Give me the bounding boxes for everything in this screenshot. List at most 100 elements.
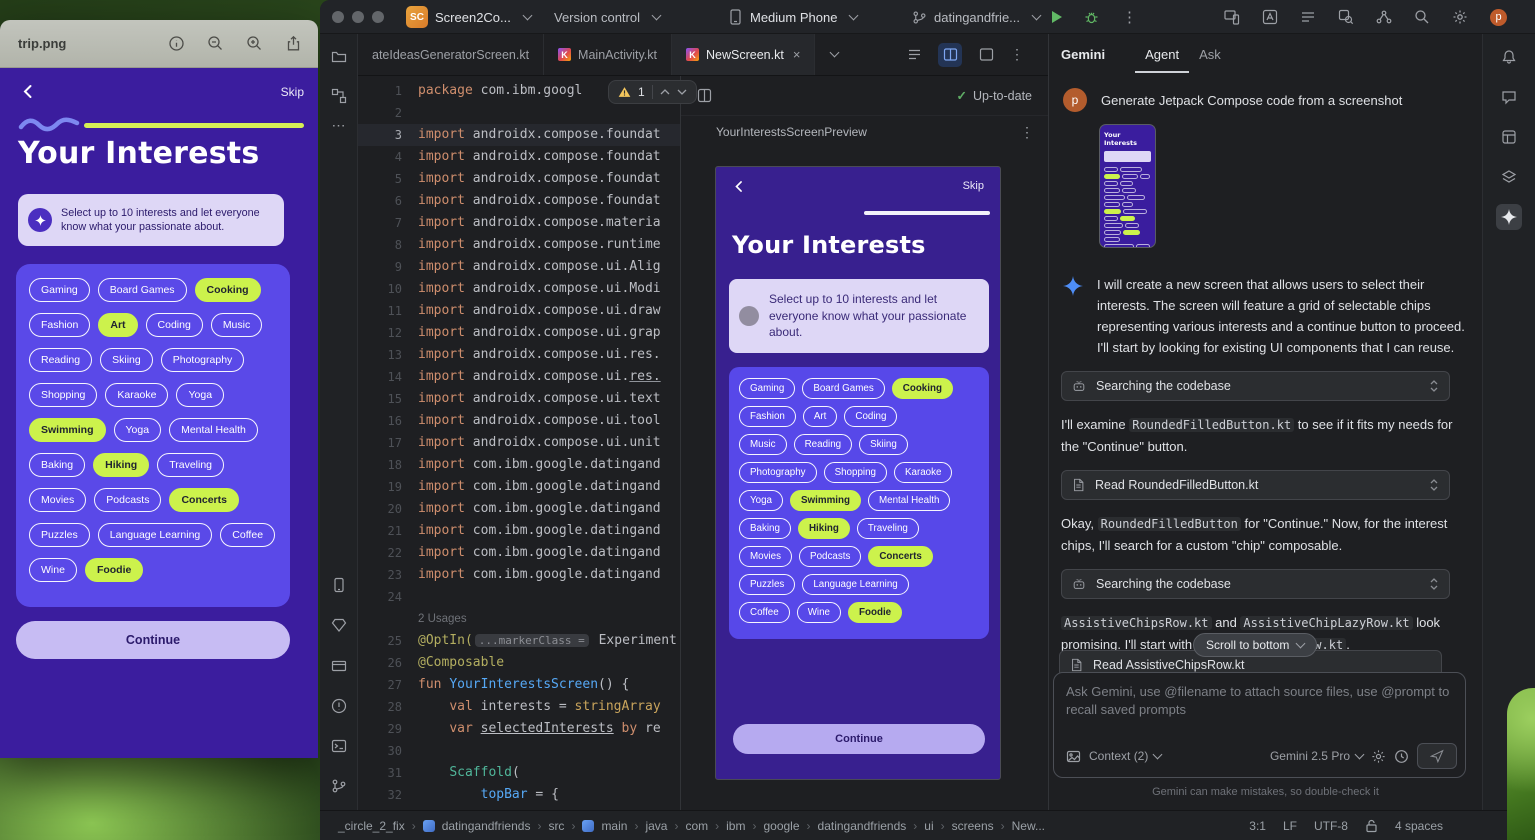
interest-chip[interactable]: Swimming (29, 418, 106, 442)
continue-button[interactable]: Continue (16, 621, 290, 659)
code-line[interactable]: 27fun YourInterestsScreen() { (358, 674, 680, 696)
interest-chip[interactable]: Swimming (790, 490, 861, 511)
interest-chip[interactable]: Puzzles (739, 574, 795, 595)
interest-chip[interactable]: Shopping (29, 383, 97, 407)
build-tool-icon[interactable] (327, 654, 351, 678)
file-encoding[interactable]: UTF-8 (1314, 819, 1348, 833)
code-line[interactable]: 12import androidx.compose.ui.grap (358, 322, 680, 344)
interest-chip[interactable]: Coding (146, 313, 203, 337)
readonly-lock-icon[interactable] (1365, 819, 1378, 833)
interest-chip[interactable]: Photography (739, 462, 817, 483)
code-line[interactable]: 31 Scaffold( (358, 762, 680, 784)
model-selector[interactable]: Gemini 2.5 Pro (1270, 749, 1363, 763)
code-line[interactable]: 8import androidx.compose.runtime (358, 234, 680, 256)
code-line[interactable]: 13import androidx.compose.ui.res. (358, 344, 680, 366)
code-line[interactable]: 4import androidx.compose.foundat (358, 146, 680, 168)
tab-generateideasgeneratorscreen[interactable]: ateIdeasGeneratorScreen.kt (358, 34, 544, 75)
usages-inlay-hint[interactable]: 2 Usages (418, 613, 467, 625)
interest-chip[interactable]: Concerts (169, 488, 239, 512)
code-line[interactable]: 30 (358, 740, 680, 762)
code-line[interactable]: 2 (358, 102, 680, 124)
code-line[interactable]: 6import androidx.compose.foundat (358, 190, 680, 212)
run-button[interactable] (1050, 0, 1064, 34)
code-line[interactable]: 20import com.ibm.google.datingand (358, 498, 680, 520)
code-line[interactable]: 25@OptIn(...markerClass = Experiment (358, 630, 680, 652)
prompt-input[interactable] (1066, 683, 1453, 735)
interest-chip[interactable]: Podcasts (799, 546, 861, 567)
code-editor[interactable]: 1package com.ibm.googl23import androidx.… (358, 76, 680, 810)
split-view-icon[interactable] (938, 43, 962, 67)
vcs-widget[interactable]: Version control (554, 0, 660, 34)
code-line[interactable]: 18import com.ibm.google.datingand (358, 454, 680, 476)
device-explorer-icon[interactable] (1496, 124, 1522, 150)
code-view-icon[interactable] (902, 43, 926, 67)
interest-chip[interactable]: Cooking (195, 278, 261, 302)
back-chevron-icon[interactable] (734, 180, 744, 193)
code-line[interactable]: 17import androidx.compose.ui.unit (358, 432, 680, 454)
code-line[interactable]: 2 Usages (358, 608, 680, 630)
breadcrumb-item[interactable]: java (645, 819, 667, 833)
code-line[interactable]: 29 var selectedInterests by re (358, 718, 680, 740)
app-inspection-icon[interactable] (1338, 9, 1354, 25)
interest-chip[interactable]: Coffee (739, 602, 790, 623)
interest-chip[interactable]: Yoga (176, 383, 224, 407)
code-line[interactable]: 32 topBar = { (358, 784, 680, 806)
info-button[interactable] (168, 35, 185, 52)
interest-chip[interactable]: Coding (844, 406, 897, 427)
running-devices-icon[interactable] (1224, 9, 1240, 25)
interest-chip[interactable]: Art (98, 313, 137, 337)
interest-chip[interactable]: Yoga (739, 490, 783, 511)
editor-options-icon[interactable]: ⋮ (1010, 46, 1024, 63)
tab-agent[interactable]: Agent (1135, 36, 1189, 73)
breadcrumb-item[interactable]: google (763, 819, 799, 833)
code-line[interactable]: 11import androidx.compose.ui.draw (358, 300, 680, 322)
split-editor-icon[interactable] (697, 88, 712, 103)
breadcrumb-item[interactable]: ibm (726, 819, 745, 833)
interest-chip[interactable]: Skiing (859, 434, 908, 455)
interest-chip[interactable]: Concerts (868, 546, 932, 567)
more-actions-button[interactable]: ⋮ (1122, 0, 1137, 34)
preview-options-icon[interactable]: ⋮ (1020, 124, 1034, 141)
interest-chip[interactable]: Traveling (857, 518, 919, 539)
code-line[interactable]: 16import androidx.compose.ui.tool (358, 410, 680, 432)
indent-setting[interactable]: 4 spaces (1395, 819, 1443, 833)
zoom-in-button[interactable] (246, 35, 263, 52)
breadcrumb-item[interactable]: com (685, 819, 708, 833)
tool-call-chip[interactable]: Searching the codebase (1061, 371, 1450, 401)
code-line[interactable]: 23import com.ibm.google.datingand (358, 564, 680, 586)
interest-chip[interactable]: Mental Health (868, 490, 950, 511)
hidden-tabs-chevron[interactable] (815, 34, 848, 75)
code-line[interactable]: 21import com.ibm.google.datingand (358, 520, 680, 542)
share-button[interactable] (285, 35, 302, 52)
history-icon[interactable] (1394, 749, 1409, 764)
code-line[interactable]: 15import androidx.compose.ui.text (358, 388, 680, 410)
interest-chip[interactable]: Podcasts (94, 488, 161, 512)
notifications-bell-icon[interactable] (1496, 44, 1522, 70)
interest-chip[interactable]: Language Learning (802, 574, 908, 595)
interest-chip[interactable]: Coffee (220, 523, 275, 547)
tab-mainactivity[interactable]: K MainActivity.kt (544, 34, 672, 75)
tab-ask[interactable]: Ask (1189, 36, 1231, 73)
debug-button[interactable] (1084, 0, 1099, 34)
more-tool-windows-icon[interactable]: ⋯ (327, 113, 351, 137)
gemini-settings-icon[interactable] (1371, 749, 1386, 764)
interest-chip[interactable]: Baking (739, 518, 791, 539)
breadcrumb-item[interactable]: datingandfriends (442, 819, 531, 833)
zoom-window-button[interactable] (372, 11, 384, 23)
interest-chip[interactable]: Karaoke (105, 383, 168, 407)
interest-chip[interactable]: Foodie (85, 558, 143, 582)
layers-icon[interactable] (1496, 164, 1522, 190)
code-line[interactable]: 22import com.ibm.google.datingand (358, 542, 680, 564)
gemini-spark-icon[interactable] (1496, 204, 1522, 230)
interest-chip[interactable]: Gaming (29, 278, 90, 302)
close-tab-icon[interactable]: × (793, 47, 801, 62)
minimize-button[interactable] (352, 11, 364, 23)
attach-image-icon[interactable] (1066, 749, 1081, 764)
attached-screenshot-thumbnail[interactable]: Your Interests (1099, 124, 1156, 248)
interest-chip[interactable]: Gaming (739, 378, 795, 399)
breadcrumb-item[interactable]: _circle_2_fix (338, 819, 405, 833)
interest-chip[interactable]: Yoga (114, 418, 162, 442)
logcat-icon[interactable] (1300, 9, 1316, 25)
interest-chip[interactable]: Board Games (98, 278, 187, 302)
search-icon[interactable] (1414, 9, 1430, 25)
